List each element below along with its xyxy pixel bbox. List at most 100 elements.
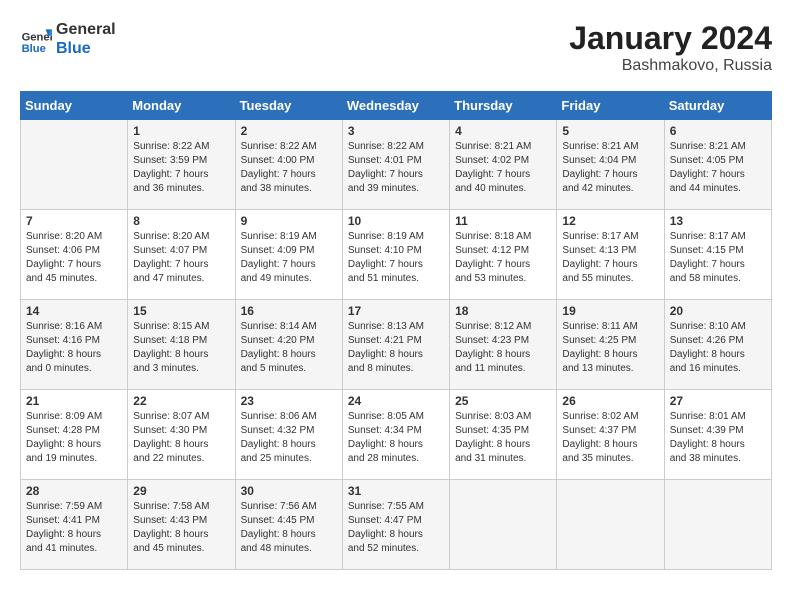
day-number: 16 <box>241 304 337 318</box>
day-number: 9 <box>241 214 337 228</box>
location: Bashmakovo, Russia <box>569 57 772 75</box>
day-number: 12 <box>562 214 658 228</box>
header-row: SundayMondayTuesdayWednesdayThursdayFrid… <box>21 92 772 120</box>
header-cell-thursday: Thursday <box>450 92 557 120</box>
day-number: 5 <box>562 124 658 138</box>
day-cell: 26 Sunrise: 8:02 AM Sunset: 4:37 PM Dayli… <box>557 390 664 480</box>
day-cell: 19Sunrise: 8:11 AM Sunset: 4:25 PM Dayli… <box>557 300 664 390</box>
day-cell: 1 Sunrise: 8:22 AM Sunset: 3:59 PM Daylig… <box>128 120 235 210</box>
day-info: Sunrise: 8:19 AM Sunset: 4:10 PM Dayligh… <box>348 230 444 286</box>
day-info: Sunrise: 8:01 AM Sunset: 4:39 PM Dayligh… <box>670 410 766 466</box>
day-number: 19 <box>562 304 658 318</box>
day-info: Sunrise: 8:22 AM Sunset: 4:01 PM Dayligh… <box>348 140 444 196</box>
day-info: Sunrise: 8:21 AM Sunset: 4:02 PM Dayligh… <box>455 140 551 196</box>
day-info: Sunrise: 8:19 AM Sunset: 4:09 PM Dayligh… <box>241 230 337 286</box>
page-header: General Blue General Blue January 2024 B… <box>20 20 772 75</box>
header-cell-tuesday: Tuesday <box>235 92 342 120</box>
day-number: 24 <box>348 394 444 408</box>
day-info: Sunrise: 8:10 AM Sunset: 4:26 PM Dayligh… <box>670 320 766 376</box>
day-cell: 17 Sunrise: 8:13 AM Sunset: 4:21 PM Dayli… <box>342 300 449 390</box>
day-cell: 15 Sunrise: 8:15 AM Sunset: 4:18 PM Dayli… <box>128 300 235 390</box>
week-row-4: 21Sunrise: 8:09 AM Sunset: 4:28 PM Dayli… <box>21 390 772 480</box>
day-number: 2 <box>241 124 337 138</box>
day-cell: 4 Sunrise: 8:21 AM Sunset: 4:02 PM Daylig… <box>450 120 557 210</box>
day-number: 22 <box>133 394 229 408</box>
day-info: Sunrise: 8:17 AM Sunset: 4:13 PM Dayligh… <box>562 230 658 286</box>
day-cell <box>21 120 128 210</box>
day-cell <box>664 480 771 570</box>
day-info: Sunrise: 8:21 AM Sunset: 4:04 PM Dayligh… <box>562 140 658 196</box>
day-number: 1 <box>133 124 229 138</box>
day-info: Sunrise: 7:56 AM Sunset: 4:45 PM Dayligh… <box>241 500 337 556</box>
day-cell: 28Sunrise: 7:59 AM Sunset: 4:41 PM Dayli… <box>21 480 128 570</box>
day-number: 13 <box>670 214 766 228</box>
day-info: Sunrise: 8:06 AM Sunset: 4:32 PM Dayligh… <box>241 410 337 466</box>
day-cell: 5 Sunrise: 8:21 AM Sunset: 4:04 PM Daylig… <box>557 120 664 210</box>
day-info: Sunrise: 8:12 AM Sunset: 4:23 PM Dayligh… <box>455 320 551 376</box>
day-cell: 12 Sunrise: 8:17 AM Sunset: 4:13 PM Dayli… <box>557 210 664 300</box>
header-cell-saturday: Saturday <box>664 92 771 120</box>
day-number: 15 <box>133 304 229 318</box>
day-cell: 24 Sunrise: 8:05 AM Sunset: 4:34 PM Dayli… <box>342 390 449 480</box>
day-number: 23 <box>241 394 337 408</box>
day-info: Sunrise: 8:18 AM Sunset: 4:12 PM Dayligh… <box>455 230 551 286</box>
day-info: Sunrise: 8:22 AM Sunset: 4:00 PM Dayligh… <box>241 140 337 196</box>
day-info: Sunrise: 8:07 AM Sunset: 4:30 PM Dayligh… <box>133 410 229 466</box>
day-number: 17 <box>348 304 444 318</box>
day-cell: 30 Sunrise: 7:56 AM Sunset: 4:45 PM Dayli… <box>235 480 342 570</box>
day-number: 4 <box>455 124 551 138</box>
day-cell <box>450 480 557 570</box>
title-block: January 2024 Bashmakovo, Russia <box>569 20 772 75</box>
day-number: 7 <box>26 214 122 228</box>
day-number: 29 <box>133 484 229 498</box>
day-cell: 10 Sunrise: 8:19 AM Sunset: 4:10 PM Dayli… <box>342 210 449 300</box>
calendar-body: 1 Sunrise: 8:22 AM Sunset: 3:59 PM Daylig… <box>21 120 772 570</box>
day-cell: 22 Sunrise: 8:07 AM Sunset: 4:30 PM Dayli… <box>128 390 235 480</box>
logo-icon: General Blue <box>20 23 52 55</box>
day-cell: 6 Sunrise: 8:21 AM Sunset: 4:05 PM Daylig… <box>664 120 771 210</box>
day-info: Sunrise: 8:22 AM Sunset: 3:59 PM Dayligh… <box>133 140 229 196</box>
header-cell-wednesday: Wednesday <box>342 92 449 120</box>
header-cell-sunday: Sunday <box>21 92 128 120</box>
day-cell: 14 Sunrise: 8:16 AM Sunset: 4:16 PM Dayli… <box>21 300 128 390</box>
day-number: 6 <box>670 124 766 138</box>
day-number: 3 <box>348 124 444 138</box>
day-number: 27 <box>670 394 766 408</box>
day-number: 28 <box>26 484 122 498</box>
day-number: 30 <box>241 484 337 498</box>
day-number: 18 <box>455 304 551 318</box>
day-cell: 21Sunrise: 8:09 AM Sunset: 4:28 PM Dayli… <box>21 390 128 480</box>
day-info: Sunrise: 8:16 AM Sunset: 4:16 PM Dayligh… <box>26 320 122 376</box>
day-info: Sunrise: 8:13 AM Sunset: 4:21 PM Dayligh… <box>348 320 444 376</box>
day-cell: 11 Sunrise: 8:18 AM Sunset: 4:12 PM Dayli… <box>450 210 557 300</box>
day-number: 8 <box>133 214 229 228</box>
week-row-2: 7 Sunrise: 8:20 AM Sunset: 4:06 PM Daylig… <box>21 210 772 300</box>
day-info: Sunrise: 8:21 AM Sunset: 4:05 PM Dayligh… <box>670 140 766 196</box>
day-info: Sunrise: 8:09 AM Sunset: 4:28 PM Dayligh… <box>26 410 122 466</box>
header-cell-monday: Monday <box>128 92 235 120</box>
day-cell: 25Sunrise: 8:03 AM Sunset: 4:35 PM Dayli… <box>450 390 557 480</box>
logo-blue: Blue <box>56 39 116 58</box>
day-cell: 20 Sunrise: 8:10 AM Sunset: 4:26 PM Dayli… <box>664 300 771 390</box>
day-info: Sunrise: 8:14 AM Sunset: 4:20 PM Dayligh… <box>241 320 337 376</box>
day-info: Sunrise: 8:02 AM Sunset: 4:37 PM Dayligh… <box>562 410 658 466</box>
day-cell: 27 Sunrise: 8:01 AM Sunset: 4:39 PM Dayli… <box>664 390 771 480</box>
day-number: 14 <box>26 304 122 318</box>
day-number: 11 <box>455 214 551 228</box>
week-row-5: 28Sunrise: 7:59 AM Sunset: 4:41 PM Dayli… <box>21 480 772 570</box>
day-info: Sunrise: 8:20 AM Sunset: 4:06 PM Dayligh… <box>26 230 122 286</box>
day-info: Sunrise: 8:05 AM Sunset: 4:34 PM Dayligh… <box>348 410 444 466</box>
day-info: Sunrise: 8:15 AM Sunset: 4:18 PM Dayligh… <box>133 320 229 376</box>
day-number: 20 <box>670 304 766 318</box>
day-cell: 18 Sunrise: 8:12 AM Sunset: 4:23 PM Dayli… <box>450 300 557 390</box>
logo: General Blue General Blue <box>20 20 116 58</box>
week-row-1: 1 Sunrise: 8:22 AM Sunset: 3:59 PM Daylig… <box>21 120 772 210</box>
day-info: Sunrise: 8:20 AM Sunset: 4:07 PM Dayligh… <box>133 230 229 286</box>
header-cell-friday: Friday <box>557 92 664 120</box>
svg-text:Blue: Blue <box>22 43 46 55</box>
day-cell: 16 Sunrise: 8:14 AM Sunset: 4:20 PM Dayli… <box>235 300 342 390</box>
day-number: 10 <box>348 214 444 228</box>
day-info: Sunrise: 8:03 AM Sunset: 4:35 PM Dayligh… <box>455 410 551 466</box>
day-cell: 29Sunrise: 7:58 AM Sunset: 4:43 PM Dayli… <box>128 480 235 570</box>
day-number: 26 <box>562 394 658 408</box>
